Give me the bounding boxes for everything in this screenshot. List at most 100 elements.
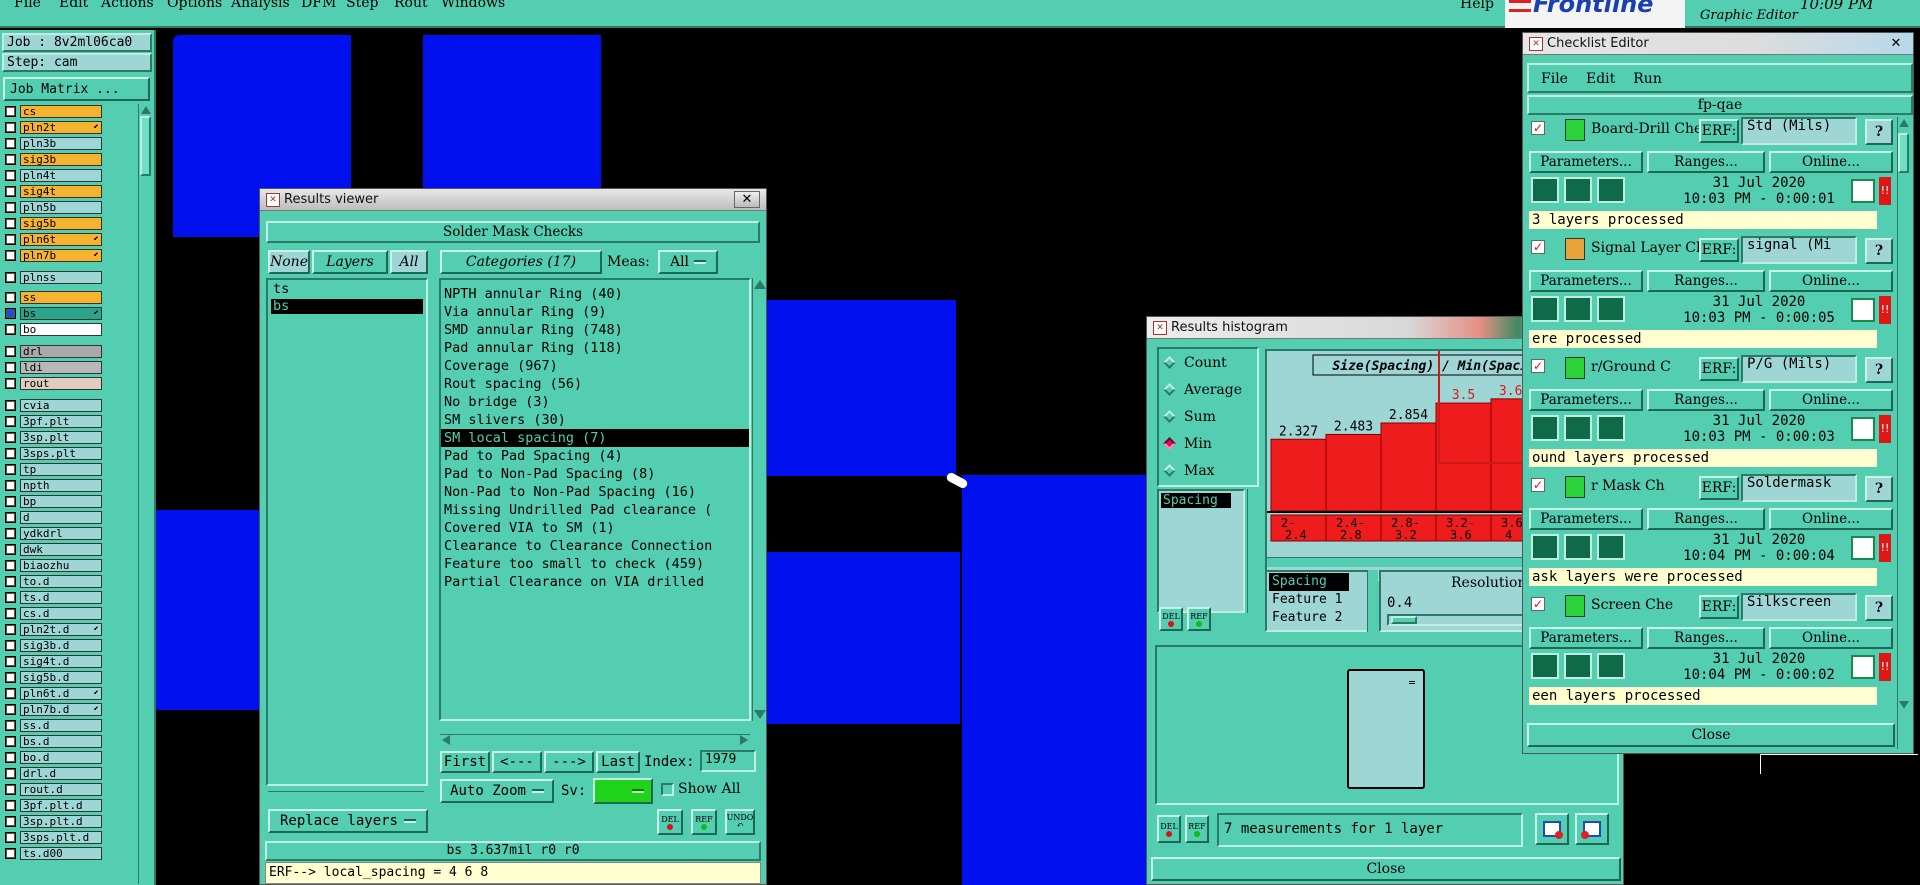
all-button[interactable]: All — [390, 250, 428, 274]
layer-checkbox[interactable] — [5, 656, 16, 667]
action-name[interactable]: r/Ground C — [1591, 359, 1699, 375]
layer-name[interactable]: ts.d00 — [20, 847, 102, 860]
menu-item-rout[interactable]: Rout — [394, 0, 428, 11]
histogram-field-item[interactable]: Feature 2 — [1269, 609, 1369, 627]
layer-name[interactable]: ss — [20, 291, 102, 304]
action-check-icon[interactable]: ✓ — [1531, 121, 1545, 135]
layer-checkbox[interactable] — [5, 250, 16, 261]
histogram-field-item[interactable]: Spacing — [1269, 573, 1349, 591]
layer-checkbox[interactable] — [5, 608, 16, 619]
layer-name[interactable]: pln7b ⬋ — [20, 249, 102, 262]
zoom-results-icon[interactable] — [1851, 417, 1875, 441]
layer-row[interactable]: pln2t ⬋ — [5, 120, 102, 135]
layer-row[interactable]: cs.d — [5, 606, 102, 621]
scroll-up-icon[interactable] — [754, 280, 766, 289]
scroll-down-icon[interactable] — [1899, 701, 1909, 709]
layer-name[interactable]: 3pf.plt.d — [20, 799, 102, 812]
scroll-down-icon[interactable] — [754, 710, 766, 719]
action-check-icon[interactable]: ✓ — [1531, 597, 1545, 611]
help-button[interactable]: ? — [1865, 119, 1893, 145]
layer-row[interactable]: d — [5, 510, 102, 525]
zoom-results-icon[interactable] — [1851, 298, 1875, 322]
layer-row[interactable]: sig5b — [5, 216, 102, 231]
layer-row[interactable]: npth — [5, 478, 102, 493]
layer-name[interactable]: pln6t ⬋ — [20, 233, 102, 246]
del-icon[interactable]: DEL — [657, 809, 683, 835]
layer-name[interactable]: sig5b.d — [20, 671, 102, 684]
action-status-icon[interactable] — [1597, 534, 1625, 560]
layer-name[interactable]: sig5b — [20, 217, 102, 230]
layer-checkbox[interactable] — [5, 704, 16, 715]
ranges-button[interactable]: Ranges... — [1647, 508, 1765, 530]
layer-name[interactable]: drl.d — [20, 767, 102, 780]
category-item[interactable]: Pad to Non-Pad Spacing (8) — [441, 465, 749, 483]
layer-name[interactable]: sig3b — [20, 153, 102, 166]
histogram-field-item[interactable]: Feature 1 — [1269, 591, 1369, 609]
layer-row[interactable]: bs.d — [5, 734, 102, 749]
mode-radio-average[interactable]: Average — [1159, 376, 1257, 403]
mode-radio-min[interactable]: Min — [1159, 430, 1257, 457]
layer-checkbox[interactable] — [5, 324, 16, 335]
del-icon[interactable]: DEL — [1159, 607, 1183, 631]
layer-row[interactable]: ts.d00 — [5, 846, 102, 861]
erf-button[interactable]: ERF: — [1699, 119, 1739, 143]
mode-radio-max[interactable]: Max — [1159, 457, 1257, 484]
category-item[interactable]: No bridge (3) — [441, 393, 749, 411]
parameters-button[interactable]: Parameters... — [1529, 508, 1643, 530]
help-button[interactable]: ? — [1865, 357, 1893, 383]
erf-button[interactable]: ERF: — [1699, 238, 1739, 262]
checklist-menu-edit[interactable]: Edit — [1580, 69, 1621, 89]
category-item[interactable]: Missing Undrilled Pad clearance ( — [441, 501, 749, 519]
layer-checkbox[interactable] — [5, 106, 16, 117]
results-viewer-titlebar[interactable]: ✕ Results viewer — [260, 189, 766, 211]
radio-diamond-icon[interactable] — [1163, 356, 1176, 369]
action-status-icon[interactable] — [1564, 296, 1592, 322]
layer-row[interactable]: rout.d — [5, 782, 102, 797]
menu-item-actions[interactable]: Actions — [101, 0, 154, 11]
layer-checkbox[interactable] — [5, 512, 16, 523]
layer-checkbox[interactable] — [5, 800, 16, 811]
layer-row[interactable]: 3pf.plt — [5, 414, 102, 429]
online-button[interactable]: Online... — [1769, 151, 1893, 173]
action-status-icon[interactable] — [1564, 653, 1592, 679]
first-button[interactable]: First — [440, 751, 490, 773]
layer-checkbox[interactable] — [5, 848, 16, 859]
layer-row[interactable]: cvia — [5, 398, 102, 413]
layer-name[interactable]: pln7b.d ⬋ — [20, 703, 102, 716]
show-all-checkbox[interactable] — [661, 783, 674, 796]
layer-checkbox[interactable] — [5, 218, 16, 229]
del-icon[interactable]: DEL — [1157, 815, 1181, 843]
menu-item-options[interactable]: Options — [167, 0, 222, 11]
checklist-menu-file[interactable]: File — [1535, 69, 1574, 89]
layer-name[interactable]: pln5b — [20, 201, 102, 214]
online-button[interactable]: Online... — [1769, 627, 1893, 649]
field-list-selected[interactable]: Spacing — [1161, 493, 1231, 508]
layer-row[interactable]: sig4t.d — [5, 654, 102, 669]
action-status-icon[interactable] — [1597, 653, 1625, 679]
layer-checkbox[interactable] — [5, 672, 16, 683]
layer-checkbox[interactable] — [5, 272, 16, 283]
layer-row[interactable]: 3sps.plt — [5, 446, 102, 461]
layer-row[interactable]: bo.d — [5, 750, 102, 765]
layer-name[interactable]: tp — [20, 463, 102, 476]
layer-name[interactable]: pln6t.d ⬋ — [20, 687, 102, 700]
job-matrix-button[interactable]: Job Matrix ... — [3, 77, 150, 101]
layer-checkbox[interactable] — [5, 528, 16, 539]
category-item[interactable]: SM local spacing (7) — [441, 429, 749, 447]
action-check-icon[interactable]: ✓ — [1531, 359, 1545, 373]
online-button[interactable]: Online... — [1769, 508, 1893, 530]
ref-icon[interactable]: REF — [691, 809, 717, 835]
category-item[interactable]: Pad to Pad Spacing (4) — [441, 447, 749, 465]
menu-item-dfm[interactable]: DFM — [301, 0, 336, 11]
layer-name[interactable]: pln3b — [20, 137, 102, 150]
online-button[interactable]: Online... — [1769, 389, 1893, 411]
layer-checkbox[interactable] — [5, 784, 16, 795]
scroll-thumb[interactable] — [1898, 133, 1909, 173]
ranges-button[interactable]: Ranges... — [1647, 389, 1765, 411]
zoom-results-icon[interactable] — [1851, 536, 1875, 560]
action-status-icon[interactable] — [1564, 534, 1592, 560]
layer-checkbox[interactable] — [5, 292, 16, 303]
category-item[interactable]: SMD annular Ring (748) — [441, 321, 749, 339]
last-button[interactable]: Last — [596, 751, 640, 773]
erf-value[interactable]: Silkscreen — [1741, 593, 1857, 621]
